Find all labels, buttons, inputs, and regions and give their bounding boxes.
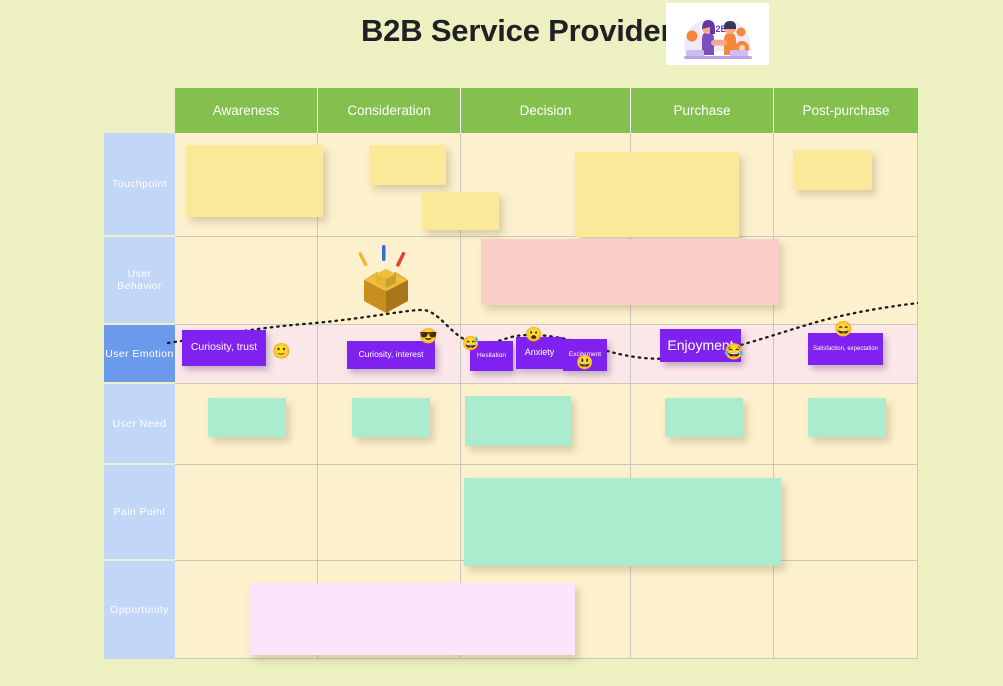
sticky-note-user-need-2[interactable] bbox=[352, 398, 430, 437]
column-header-label: Consideration bbox=[347, 103, 431, 118]
sunglasses-face-emoji: 😎 bbox=[419, 328, 438, 345]
row-label-touchpoint[interactable]: Touchpoint bbox=[104, 133, 175, 237]
emotion-card-curiosity-trust[interactable]: Curiosity, trust bbox=[182, 330, 266, 366]
emotion-card-label: Curiosity, interest bbox=[358, 349, 424, 360]
column-header-label: Awareness bbox=[212, 103, 280, 118]
tears-of-joy-emoji: 😂 bbox=[724, 344, 744, 361]
page-title: B2B Service Provider bbox=[361, 13, 673, 48]
emotion-card-label: Satisfaction, expectation bbox=[812, 345, 879, 352]
emotion-card-label: Anxiety bbox=[524, 347, 555, 358]
cell-user-behavior-post-purchase[interactable] bbox=[774, 237, 918, 325]
open-box-icon bbox=[358, 245, 408, 313]
column-header-label: Post-purchase bbox=[802, 103, 890, 118]
cell-pain-point-awareness[interactable] bbox=[175, 465, 318, 561]
sticky-note-touchpoint-2[interactable] bbox=[369, 145, 446, 185]
row-label-text: User Need bbox=[112, 417, 167, 430]
sticky-note-user-need-3[interactable] bbox=[465, 396, 571, 446]
column-header-decision[interactable]: Decision bbox=[461, 88, 631, 133]
emotion-card-curiosity-interest[interactable]: Curiosity, interest bbox=[347, 341, 435, 369]
cell-opportunity-post-purchase[interactable] bbox=[774, 561, 918, 659]
sticky-note-user-need-5[interactable] bbox=[808, 398, 886, 437]
sticky-note-touchpoint-3[interactable] bbox=[422, 192, 499, 230]
row-label-user-need[interactable]: User Need bbox=[104, 384, 175, 465]
row-label-text: User Behavior bbox=[117, 268, 162, 292]
astonished-face-emoji: 😮 bbox=[525, 326, 543, 342]
emotion-card-label: Hesitation bbox=[477, 352, 506, 360]
page-header: B2B Service Provider B2B bbox=[0, 0, 1003, 80]
sticky-note-touchpoint-1[interactable] bbox=[186, 145, 323, 217]
row-label-user-emotion[interactable]: User Emotion bbox=[104, 325, 175, 384]
row-label-text: Opportunity bbox=[110, 604, 169, 616]
row-label-text: Pain Point bbox=[113, 506, 166, 518]
row-label-text: Touchpoint bbox=[112, 178, 167, 190]
smiling-face-with-smiling-eyes-emoji: 😄 bbox=[834, 321, 853, 338]
cell-opportunity-purchase[interactable] bbox=[631, 561, 774, 659]
sticky-note-touchpoint-5[interactable] bbox=[793, 150, 872, 190]
cell-user-behavior-awareness[interactable] bbox=[175, 237, 318, 325]
cell-pain-point-post-purchase[interactable] bbox=[774, 465, 918, 561]
column-header-purchase[interactable]: Purchase bbox=[631, 88, 774, 133]
b2b-handshake-illustration: B2B bbox=[666, 3, 769, 65]
sticky-note-pain-point-1[interactable] bbox=[464, 478, 781, 566]
column-header-label: Purchase bbox=[673, 103, 731, 118]
smiling-open-mouth-emoji: 😃 bbox=[576, 354, 594, 370]
cell-pain-point-consideration[interactable] bbox=[318, 465, 461, 561]
sticky-note-opportunity-1[interactable] bbox=[249, 583, 575, 655]
sticky-note-user-need-1[interactable] bbox=[208, 398, 286, 437]
row-label-user-behavior[interactable]: User Behavior bbox=[104, 237, 175, 325]
slightly-smiling-face-emoji: 🙂 bbox=[272, 343, 291, 360]
journey-map-board: Awareness Consideration Decision Purchas… bbox=[104, 88, 918, 659]
sticky-note-user-behavior-1[interactable] bbox=[481, 239, 779, 305]
grinning-sweat-face-emoji: 😅 bbox=[462, 335, 480, 351]
emotion-card-label: Curiosity, trust bbox=[190, 341, 258, 354]
column-header-consideration[interactable]: Consideration bbox=[318, 88, 461, 133]
row-label-opportunity[interactable]: Opportunity bbox=[104, 561, 175, 659]
column-header-post-purchase[interactable]: Post-purchase bbox=[774, 88, 918, 133]
row-label-pain-point[interactable]: Pain Point bbox=[104, 465, 175, 561]
column-header-label: Decision bbox=[519, 103, 572, 118]
row-label-text: User Emotion bbox=[105, 347, 174, 360]
handshake-icon: B2B bbox=[666, 3, 769, 65]
column-header-awareness[interactable]: Awareness bbox=[175, 88, 318, 133]
sticky-note-touchpoint-4[interactable] bbox=[575, 152, 739, 237]
open-box-illustration bbox=[352, 243, 422, 315]
sticky-note-user-need-4[interactable] bbox=[665, 398, 743, 437]
